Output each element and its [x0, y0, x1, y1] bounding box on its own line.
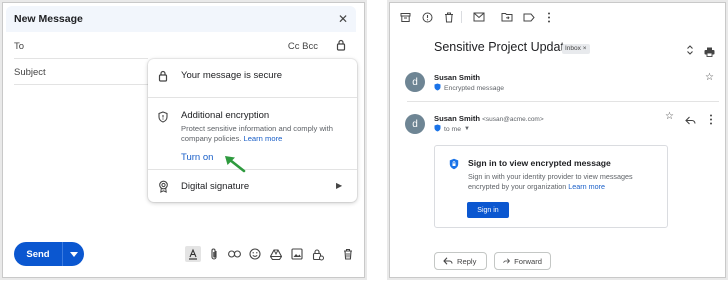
signature-badge-icon — [158, 180, 169, 198]
encrypted-status: Encrypted message — [434, 83, 504, 93]
digital-signature-item[interactable]: Digital signature — [181, 181, 249, 192]
shield-icon — [434, 83, 441, 93]
encrypted-status-label: Encrypted message — [444, 84, 505, 92]
to-me-label: to me — [444, 125, 461, 133]
secure-message-label: Your message is secure — [181, 70, 283, 81]
discard-draft-icon[interactable] — [340, 246, 356, 262]
message-divider — [407, 101, 719, 102]
mark-unread-icon[interactable] — [473, 11, 485, 23]
subject-placeholder: Subject — [14, 66, 46, 78]
subject-divider — [14, 84, 148, 85]
send-label: Send — [26, 248, 50, 260]
label-icon[interactable] — [523, 11, 535, 23]
insert-emoji-icon[interactable] — [247, 246, 263, 262]
confidential-mode-icon[interactable] — [310, 246, 326, 262]
avatar: d — [405, 72, 425, 92]
reply-button[interactable]: Reply — [434, 252, 487, 270]
star-icon[interactable]: ☆ — [705, 72, 714, 83]
to-label: To — [14, 40, 25, 52]
sender-name: Susan Smith <susan@acme.com> — [434, 114, 544, 123]
pointer-arrow-icon — [225, 156, 246, 173]
insert-photo-icon[interactable] — [289, 246, 305, 262]
toolbar-divider — [461, 11, 462, 23]
cc-bcc-button[interactable]: Cc Bcc — [288, 41, 318, 52]
recipient-line[interactable]: to me ▼ — [434, 124, 470, 134]
attach-file-icon[interactable] — [206, 246, 222, 262]
additional-encryption-desc: Protect sensitive information and comply… — [181, 124, 333, 143]
sign-in-button[interactable]: Sign in — [467, 202, 509, 218]
compose-header: New Message ✕ — [6, 6, 356, 32]
formatting-options-icon[interactable] — [185, 246, 201, 262]
email-subject: Sensitive Project Update — [434, 40, 571, 54]
forward-icon — [503, 258, 510, 264]
more-options-icon[interactable] — [709, 112, 713, 130]
to-divider — [14, 58, 148, 59]
sender-email: <susan@acme.com> — [482, 116, 544, 123]
forward-label: Forward — [514, 256, 542, 266]
chevron-right-icon[interactable]: ▶ — [336, 181, 342, 190]
report-spam-icon[interactable] — [421, 11, 433, 23]
archive-icon[interactable] — [399, 11, 411, 23]
inbox-label-chip[interactable]: Inbox × — [562, 44, 590, 54]
google-drive-icon[interactable] — [268, 246, 284, 262]
reply-icon[interactable] — [685, 112, 696, 130]
insert-link-icon[interactable] — [226, 246, 242, 262]
star-icon[interactable]: ☆ — [665, 111, 674, 122]
more-options-icon[interactable] — [543, 11, 555, 23]
shield-icon — [449, 157, 459, 175]
close-icon[interactable]: ✕ — [338, 12, 348, 26]
reply-label: Reply — [457, 256, 477, 266]
card-description: Sign in with your identity provider to v… — [468, 172, 633, 191]
compose-title: New Message — [14, 13, 83, 25]
learn-more-link[interactable]: Learn more — [568, 182, 605, 191]
additional-encryption-title: Additional encryption — [181, 110, 270, 121]
lock-icon — [158, 69, 168, 87]
menu-divider — [148, 169, 357, 170]
lock-icon[interactable] — [336, 39, 346, 54]
shield-icon — [158, 110, 168, 128]
delete-icon[interactable] — [443, 11, 455, 23]
avatar: d — [405, 114, 425, 134]
shield-icon — [434, 124, 441, 134]
send-button[interactable]: Send — [14, 242, 84, 266]
print-icon[interactable] — [704, 44, 715, 62]
learn-more-link[interactable]: Learn more — [243, 134, 282, 143]
expand-collapse-icon[interactable] — [686, 43, 694, 61]
menu-divider — [148, 97, 357, 98]
chevron-down-icon[interactable]: ▼ — [464, 126, 470, 132]
send-options-chevron-icon[interactable] — [63, 251, 84, 257]
sender-name: Susan Smith — [434, 73, 480, 82]
turn-on-link[interactable]: Turn on — [181, 152, 213, 163]
card-title: Sign in to view encrypted message — [468, 158, 611, 168]
to-field[interactable]: To Cc Bcc — [14, 36, 354, 56]
encryption-menu: Your message is secure Additional encryp… — [148, 59, 357, 202]
forward-button[interactable]: Forward — [494, 252, 551, 270]
move-to-icon[interactable] — [501, 11, 513, 23]
reply-icon — [443, 257, 453, 265]
